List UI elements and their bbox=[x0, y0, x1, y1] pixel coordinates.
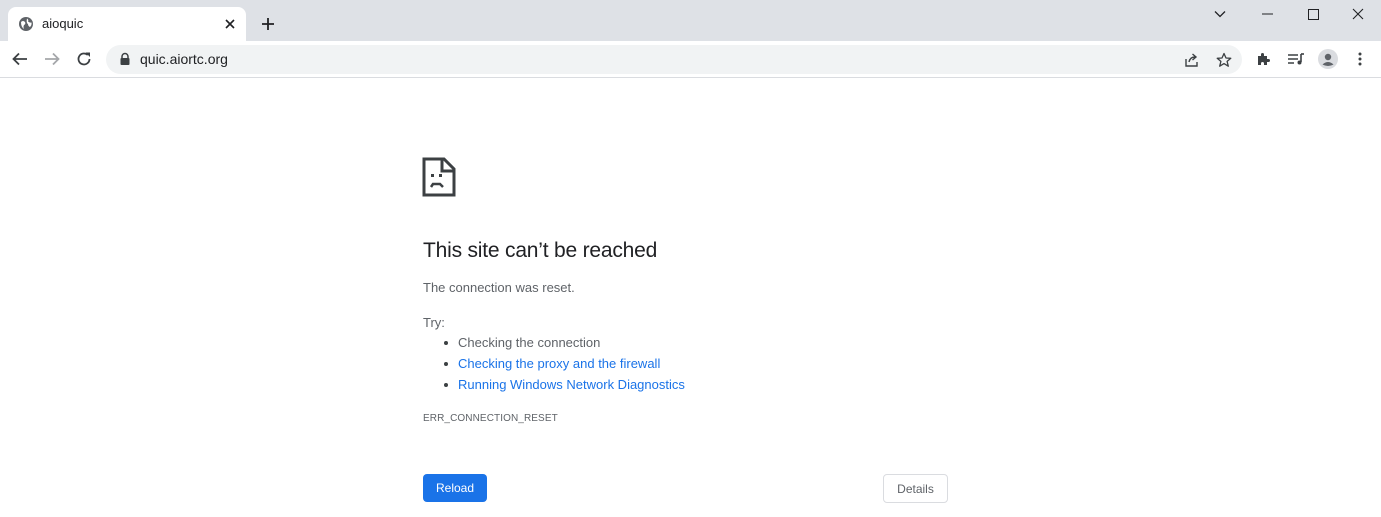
plus-icon bbox=[262, 18, 274, 30]
address-bar[interactable]: quic.aiortc.org bbox=[106, 45, 1242, 74]
tab-title: aioquic bbox=[42, 16, 84, 31]
reload-toolbar-button[interactable] bbox=[70, 45, 98, 73]
profile-button[interactable] bbox=[1314, 45, 1342, 73]
bookmark-button[interactable] bbox=[1210, 46, 1237, 73]
sad-page-icon bbox=[422, 157, 456, 197]
close-icon bbox=[1352, 8, 1364, 20]
error-code: ERR_CONNECTION_RESET bbox=[423, 413, 558, 424]
share-button[interactable] bbox=[1178, 46, 1205, 73]
reload-icon bbox=[77, 52, 91, 66]
tab-search-button[interactable] bbox=[1197, 0, 1243, 28]
chevron-down-icon bbox=[1214, 11, 1226, 18]
suggestion-check-proxy-link[interactable]: Checking the proxy and the firewall bbox=[423, 353, 685, 374]
maximize-button[interactable] bbox=[1290, 0, 1336, 28]
forward-button[interactable] bbox=[38, 45, 66, 73]
window-close-button[interactable] bbox=[1335, 0, 1381, 28]
media-control-button[interactable] bbox=[1282, 45, 1310, 73]
suggestion-check-connection: Checking the connection bbox=[423, 332, 685, 353]
extensions-button[interactable] bbox=[1250, 45, 1278, 73]
reload-button[interactable]: Reload bbox=[423, 474, 487, 502]
back-arrow-icon bbox=[12, 52, 27, 66]
url-text[interactable]: quic.aiortc.org bbox=[140, 51, 228, 68]
toolbar: quic.aiortc.org bbox=[0, 41, 1381, 78]
media-queue-icon bbox=[1288, 53, 1304, 65]
star-icon bbox=[1216, 52, 1231, 67]
kebab-menu-icon bbox=[1358, 52, 1362, 66]
suggestion-network-diagnostics-link[interactable]: Running Windows Network Diagnostics bbox=[423, 374, 685, 395]
profile-icon bbox=[1318, 49, 1338, 69]
suggestions-list: Checking the connection Checking the pro… bbox=[423, 332, 685, 395]
forward-arrow-icon bbox=[45, 52, 60, 66]
tab-aioquic[interactable]: aioquic bbox=[8, 7, 246, 41]
tab-close-button[interactable] bbox=[220, 14, 240, 34]
globe-icon bbox=[18, 16, 34, 32]
close-icon bbox=[225, 19, 235, 29]
error-title: This site can’t be reached bbox=[423, 239, 658, 262]
tab-strip: aioquic bbox=[0, 0, 1381, 41]
new-tab-button[interactable] bbox=[256, 12, 280, 36]
lock-icon[interactable] bbox=[118, 52, 132, 66]
error-description: The connection was reset. bbox=[423, 280, 575, 295]
details-button[interactable]: Details bbox=[883, 474, 948, 503]
maximize-icon bbox=[1307, 8, 1319, 20]
minimize-button[interactable] bbox=[1244, 0, 1290, 28]
error-page: This site can’t be reached The connectio… bbox=[0, 78, 1381, 517]
puzzle-icon bbox=[1258, 53, 1270, 65]
minimize-icon bbox=[1261, 13, 1273, 15]
back-button[interactable] bbox=[6, 45, 34, 73]
try-label: Try: bbox=[423, 315, 445, 330]
menu-button[interactable] bbox=[1346, 45, 1374, 73]
share-icon bbox=[1184, 52, 1198, 67]
